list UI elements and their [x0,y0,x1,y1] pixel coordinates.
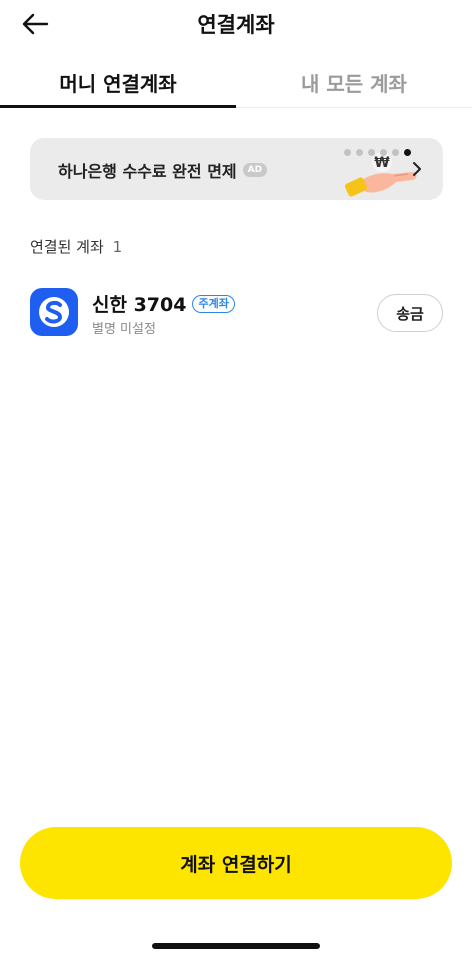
promo-banner[interactable]: 하나은행 수수료 완전 면제 AD ₩ [30,138,443,200]
tab-all-accounts[interactable]: 내 모든 계좌 [236,56,472,108]
page-title: 연결계좌 [197,13,275,37]
bank-emblem-icon [39,297,69,327]
tab-money-linked-accounts[interactable]: 머니 연결계좌 [0,56,236,108]
chevron-right-icon [413,162,421,176]
banner-title: 하나은행 수수료 완전 면제 [58,162,237,181]
page-dot-active [404,149,411,156]
send-money-button[interactable]: 송금 [377,294,443,332]
account-row[interactable]: 신한 3704 주계좌 별명 미설정 송금 [30,286,443,342]
banner-page-dots [344,149,411,156]
tab-label: 내 모든 계좌 [301,72,407,96]
primary-account-badge: 주계좌 [192,294,235,313]
section-count: 1 [112,238,123,256]
page-dot [356,149,363,156]
banner-text-group: 하나은행 수수료 완전 면제 AD [58,158,268,182]
linked-accounts-heading: 연결된 계좌 1 [30,236,122,257]
page-dot [344,149,351,156]
hand-coin-won-icon: ₩ [344,152,417,197]
page-dot [392,149,399,156]
header: 연결계좌 [0,0,472,48]
account-nickname: 별명 미설정 [92,322,156,337]
svg-text:₩: ₩ [374,155,390,171]
page-dot [380,149,387,156]
active-tab-indicator [0,105,236,108]
home-indicator [152,943,320,949]
shinhan-bank-logo-icon [30,288,78,336]
account-name: 신한 3704 [92,294,187,316]
account-name-group: 신한 3704 주계좌 [92,290,235,317]
ad-badge: AD [242,163,268,177]
connect-account-button[interactable]: 계좌 연결하기 [20,827,452,899]
page-dot [368,149,375,156]
tab-bar: 머니 연결계좌 내 모든 계좌 [0,56,472,108]
section-label: 연결된 계좌 [30,238,104,256]
tab-label: 머니 연결계좌 [59,72,177,96]
